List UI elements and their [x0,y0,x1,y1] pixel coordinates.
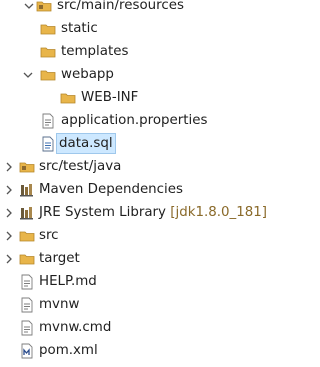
tree-item-maven-dependencies[interactable]: Maven Dependencies [0,178,282,201]
library-icon [19,205,35,221]
tree-item-label: static [61,21,98,36]
tree-item-application-properties[interactable]: application.properties [0,109,282,132]
sql-file-icon [40,136,56,152]
tree-item-static[interactable]: static [0,17,282,40]
tree-item-help-md[interactable]: HELP.md [0,270,282,293]
folder-icon [40,44,56,60]
tree-item-label: JRE System Library [39,205,171,220]
properties-file-icon [40,113,56,129]
tree-item-label: mvnw [39,297,80,312]
tree-item-label: WEB-INF [81,90,139,105]
folder-icon [19,228,35,244]
tree-item-label: data.sql [56,133,116,154]
tree-item-label-group: JRE System Library [jdk1.8.0_181] [37,203,269,222]
tree-item-mvnw[interactable]: mvnw [0,293,282,316]
tree-item-label: pom.xml [39,343,98,358]
folder-icon [60,90,76,106]
text-file-icon [19,274,35,290]
tree-item-src[interactable]: src [0,224,282,247]
tree-item-pom-xml[interactable]: pom.xml [0,339,282,362]
tree-item-data-sql[interactable]: data.sql [0,132,282,155]
tree-item-templates[interactable]: templates [0,40,282,63]
tree-item-target[interactable]: target [0,247,282,270]
chevron-right-icon[interactable] [4,254,14,264]
tree-item-label: src/test/java [39,159,122,174]
tree-item-jre-system-library[interactable]: JRE System Library [jdk1.8.0_181] [0,201,282,224]
chevron-right-icon[interactable] [4,231,14,241]
source-folder-icon [19,159,35,175]
tree-item-label: HELP.md [39,274,97,289]
chevron-down-icon[interactable] [23,70,33,80]
folder-icon [40,67,56,83]
chevron-down-icon[interactable] [24,1,34,11]
tree-item-label: mvnw.cmd [39,320,112,335]
tree-item-label: src [39,228,59,243]
text-file-icon [19,320,35,336]
tree-item-mvnw-cmd[interactable]: mvnw.cmd [0,316,282,339]
tree-item-label: src/main/resources [57,0,184,13]
folder-icon [40,21,56,37]
library-icon [19,182,35,198]
tree-item-decoration: [jdk1.8.0_181] [170,205,267,220]
project-explorer-tree: src/main/resources static templates weba… [0,0,282,367]
tree-item-label: templates [61,44,129,59]
tree-item-webapp[interactable]: webapp [0,63,282,86]
package-folder-icon [36,0,52,14]
maven-pom-icon [19,343,35,359]
chevron-right-icon[interactable] [4,162,14,172]
chevron-right-icon[interactable] [4,208,14,218]
tree-item-label: target [39,251,80,266]
tree-item-label: webapp [61,67,114,82]
tree-item-src-main-resources[interactable]: src/main/resources [0,0,282,17]
text-file-icon [19,297,35,313]
tree-item-label: Maven Dependencies [39,182,183,197]
tree-item-web-inf[interactable]: WEB-INF [0,86,282,109]
folder-icon [19,251,35,267]
chevron-right-icon[interactable] [4,185,14,195]
tree-item-src-test-java[interactable]: src/test/java [0,155,282,178]
tree-item-label: application.properties [61,113,208,128]
